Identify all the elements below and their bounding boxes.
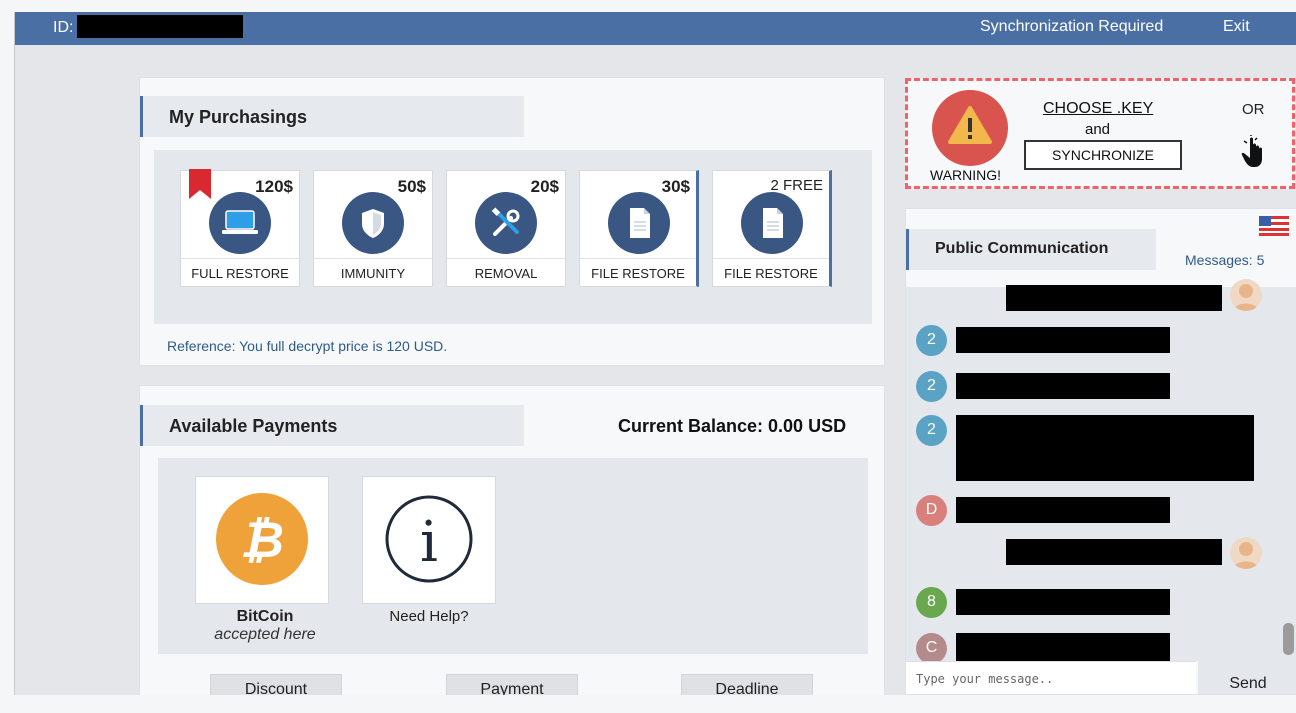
option-full-restore[interactable]: 120$ FULL RESTORE xyxy=(180,169,300,287)
chat-message-list: 2 2 2 D 8 C xyxy=(906,279,1296,664)
warning-icon xyxy=(932,90,1008,166)
option-label: FULL RESTORE xyxy=(181,258,299,286)
svg-text:₿: ₿ xyxy=(240,511,284,569)
option-label: FILE RESTORE xyxy=(713,258,829,286)
message-redaction xyxy=(956,497,1170,523)
message-redaction xyxy=(1006,285,1222,311)
option-label: REMOVAL xyxy=(447,258,565,286)
tab-discount[interactable]: Discount xyxy=(210,674,342,695)
user-avatar-icon xyxy=(1230,279,1262,311)
tools-icon xyxy=(475,192,537,254)
document-icon xyxy=(741,192,803,254)
info-icon: i xyxy=(385,495,473,583)
us-flag-icon[interactable] xyxy=(1259,216,1289,236)
bookmark-icon xyxy=(189,169,211,199)
document-icon xyxy=(608,192,670,254)
tab-payment[interactable]: Payment xyxy=(446,674,578,695)
svg-text:i: i xyxy=(420,510,438,575)
user-avatar: 2 xyxy=(916,325,947,356)
or-text: OR xyxy=(1242,101,1265,118)
exit-link[interactable]: Exit xyxy=(1223,18,1250,36)
current-balance: Current Balance: 0.00 USD xyxy=(618,416,847,436)
option-immunity[interactable]: 50$ IMMUNITY xyxy=(313,170,433,287)
payments-title: Available Payments xyxy=(140,405,524,446)
option-free-file-restore[interactable]: 2 FREE FILE RESTORE xyxy=(712,170,832,287)
bitcoin-payment-button[interactable]: ₿ xyxy=(195,476,329,604)
send-button[interactable]: Send xyxy=(1198,661,1296,694)
synchronization-link[interactable]: Synchronization Required xyxy=(980,18,1163,36)
shield-icon xyxy=(342,192,404,254)
bitcoin-icon: ₿ xyxy=(216,493,308,585)
chat-title: Public Communication xyxy=(906,229,1156,270)
chat-panel: Public Communication Messages: 5 2 2 2 D… xyxy=(905,208,1296,695)
bitcoin-label: BitCoin accepted here xyxy=(180,608,350,644)
option-label: FILE RESTORE xyxy=(580,258,696,286)
reference-text: Reference: You full decrypt price is 120… xyxy=(167,338,448,354)
choose-key-link[interactable]: CHOOSE .KEY xyxy=(1043,100,1153,118)
user-avatar: 2 xyxy=(916,415,947,446)
need-help-button[interactable]: i xyxy=(362,476,496,604)
message-redaction xyxy=(956,633,1170,661)
option-label: IMMUNITY xyxy=(314,258,432,286)
bitcoin-subtitle: accepted here xyxy=(214,626,316,643)
user-avatar: 8 xyxy=(916,587,947,618)
id-redaction xyxy=(77,15,243,38)
purchasings-card: My Purchasings 120$ FULL RESTORE 50$ IMM… xyxy=(139,77,885,366)
option-removal[interactable]: 20$ REMOVAL xyxy=(446,170,566,287)
user-avatar-icon xyxy=(1230,537,1262,569)
bitcoin-name: BitCoin xyxy=(236,608,294,625)
user-avatar: C xyxy=(916,633,947,664)
tab-deadline[interactable]: Deadline xyxy=(681,674,813,695)
id-label: ID: xyxy=(53,19,74,36)
pointer-hand-icon[interactable] xyxy=(1240,135,1270,169)
payments-card: Available Payments Current Balance: 0.00… xyxy=(139,385,885,695)
option-file-restore[interactable]: 30$ FILE RESTORE xyxy=(579,170,699,287)
messages-count: Messages: 5 xyxy=(1185,252,1265,268)
message-input[interactable] xyxy=(906,661,1196,694)
message-redaction xyxy=(956,589,1170,615)
message-redaction xyxy=(956,327,1170,353)
user-avatar: 2 xyxy=(916,371,947,402)
synchronize-button[interactable]: SYNCHRONIZE xyxy=(1024,140,1182,170)
purchasings-title: My Purchasings xyxy=(140,96,524,137)
user-avatar: D xyxy=(916,495,947,526)
chat-scrollbar[interactable] xyxy=(1283,623,1294,655)
warning-label: WARNING! xyxy=(930,167,1002,183)
message-redaction xyxy=(1006,539,1222,565)
purchase-options: 120$ FULL RESTORE 50$ IMMUNITY 20$ REMOV… xyxy=(154,150,872,324)
need-help-label: Need Help? xyxy=(389,608,469,625)
and-text: and xyxy=(1085,121,1111,138)
warning-panel: WARNING! CHOOSE .KEY and SYNCHRONIZE OR xyxy=(905,78,1295,189)
message-redaction xyxy=(956,415,1254,481)
payment-methods: ₿ BitCoin accepted here i Need Help? xyxy=(158,458,868,654)
ransom-app-window: ID: Synchronization Required Exit My Pur… xyxy=(14,12,1296,695)
message-redaction xyxy=(956,373,1170,399)
top-bar: ID: Synchronization Required Exit xyxy=(15,12,1296,45)
laptop-icon xyxy=(209,192,271,254)
